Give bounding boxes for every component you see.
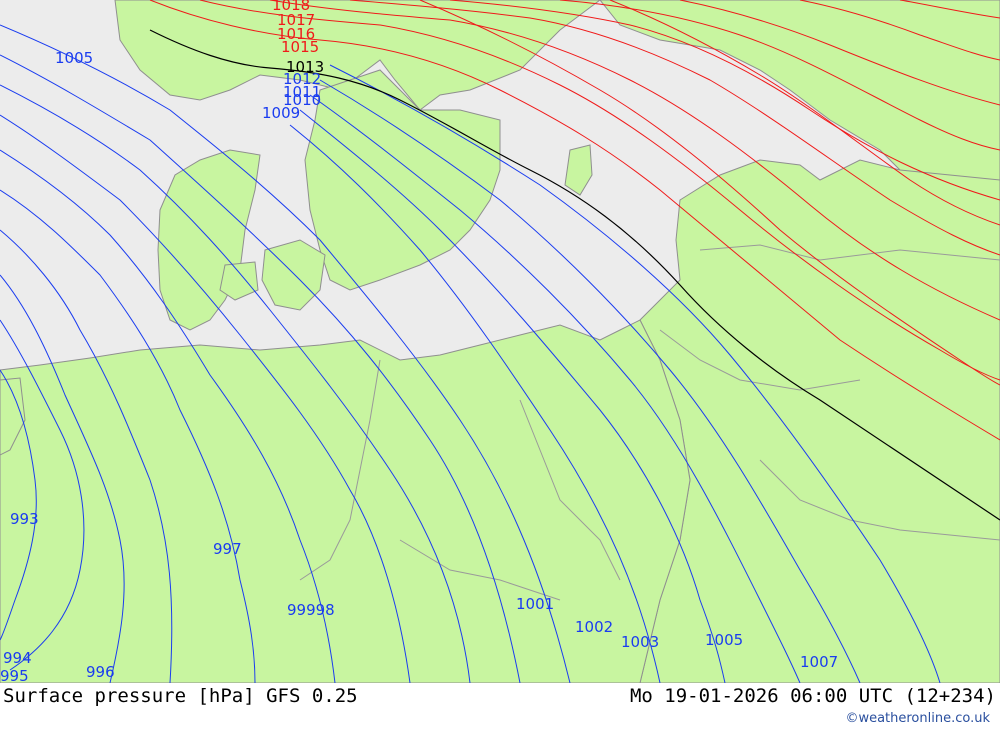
label-1002: 1002 <box>575 618 613 636</box>
map-title: Surface pressure [hPa] GFS 0.25 <box>3 685 358 707</box>
pressure-map: 1018 1017 1016 1015 1013 1012 1011 1010 … <box>0 0 1000 683</box>
label-997: 997 <box>213 540 242 558</box>
label-996: 996 <box>86 663 115 681</box>
label-1001: 1001 <box>516 595 554 613</box>
label-1003: 1003 <box>621 633 659 651</box>
label-1009: 1009 <box>262 104 300 122</box>
valid-time: Mo 19-01-2026 06:00 UTC (12+234) <box>629 685 996 707</box>
map-footer: Surface pressure [hPa] GFS 0.25 Mo 19-01… <box>0 683 1000 733</box>
label-1007: 1007 <box>800 653 838 671</box>
label-994: 994 <box>3 649 32 667</box>
label-995: 995 <box>0 667 29 683</box>
label-1005-se: 1005 <box>705 631 743 649</box>
label-99998: 99998 <box>287 601 335 619</box>
label-993: 993 <box>10 510 39 528</box>
label-1005-nw: 1005 <box>55 49 93 67</box>
credit-link[interactable]: ©weatheronline.co.uk <box>845 711 990 726</box>
label-1015: 1015 <box>281 38 319 56</box>
